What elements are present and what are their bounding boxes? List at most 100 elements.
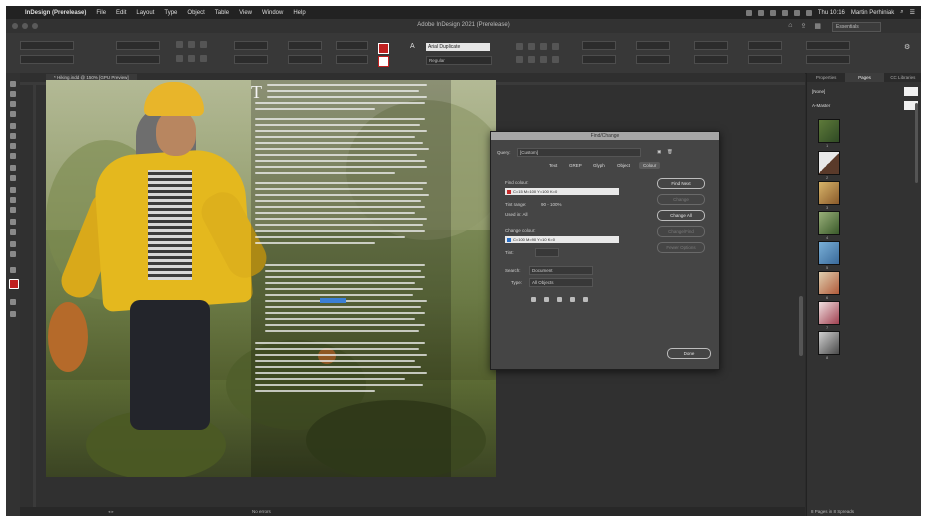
font-family-field[interactable]: Arial Duplicate [426,43,490,51]
shear-field[interactable] [234,55,268,64]
change-button[interactable]: Change [657,194,705,205]
scale-y-field[interactable] [288,55,322,64]
panel-scrollbar[interactable] [915,103,918,183]
page-thumb-4[interactable] [818,211,840,235]
free-transform-tool-icon[interactable] [10,197,16,203]
align-center-icon[interactable] [528,43,535,50]
apply-color-icon[interactable] [10,299,16,305]
menu-type[interactable]: Type [159,10,182,16]
align-icon[interactable] [516,56,523,63]
find-colour-field[interactable]: C=15 M=100 Y=100 K=0 [505,188,619,195]
rotate-field[interactable] [234,41,268,50]
tab-object[interactable]: Object [613,162,634,169]
include-locked-layers-icon[interactable] [531,297,536,302]
menu-table[interactable]: Table [210,10,234,16]
x-field[interactable] [20,41,74,50]
page-thumb-2[interactable] [818,151,840,175]
rectangle-frame-tool-icon[interactable] [10,165,16,171]
transform-icon[interactable] [176,55,183,62]
note-tool-icon[interactable] [10,219,16,225]
query-select[interactable]: [Custom] [517,148,641,157]
change-colour-field[interactable]: C=100 M=90 Y=10 K=0 [505,236,619,243]
wifi-icon[interactable] [793,9,800,16]
fill-stroke-icon[interactable] [9,279,19,289]
tab-pages[interactable]: Pages [845,73,884,82]
menu-help[interactable]: Help [288,10,310,16]
line-tool-icon[interactable] [10,133,16,139]
include-footnotes-icon[interactable] [583,297,588,302]
transform-icon[interactable] [188,55,195,62]
menu-list-icon[interactable]: ☰ [910,9,915,16]
menu-view[interactable]: View [234,10,257,16]
direct-selection-tool-icon[interactable] [10,91,16,97]
space-before-field[interactable] [636,41,670,50]
page-thumb-6[interactable] [818,271,840,295]
gradient-tool-icon[interactable] [10,207,16,213]
align-right-icon[interactable] [540,43,547,50]
transform-icon[interactable] [200,55,207,62]
transform-icon[interactable] [176,41,183,48]
include-master-pages-icon[interactable] [570,297,575,302]
align-icon[interactable] [528,56,535,63]
tab-properties[interactable]: Properties [807,73,845,82]
align-left-icon[interactable] [516,43,523,50]
arrange-icon[interactable]: ▦ [814,22,821,30]
page-thumb-1[interactable] [818,119,840,143]
tray-icon[interactable] [781,9,788,16]
hand-tool-icon[interactable] [10,241,16,247]
share-icon[interactable]: ⇪ [801,22,807,30]
column-field[interactable] [748,41,782,50]
tab-glyph[interactable]: Glyph [589,162,609,169]
delete-query-icon[interactable]: 🗑 [667,149,673,155]
stroke-weight-field[interactable] [336,41,368,50]
align-icon[interactable] [552,56,559,63]
home-icon[interactable]: ⌂ [788,22,792,30]
none-master-label[interactable]: [None] [812,89,825,94]
fill-swatch[interactable] [378,43,389,54]
tab-grep[interactable]: GREP [565,162,586,169]
rectangle-tool-icon[interactable] [10,175,16,181]
width-field[interactable] [116,41,160,50]
indent-field[interactable] [582,55,616,64]
tray-icon[interactable] [769,9,776,16]
search-icon[interactable]: ⌕ [900,9,903,16]
settings-icon[interactable]: ⚙ [904,43,910,51]
default-colors-icon[interactable] [10,267,16,273]
done-button[interactable]: Done [667,348,711,359]
include-hidden-layers-icon[interactable] [557,297,562,302]
align-icon[interactable] [540,56,547,63]
indent-field[interactable] [582,41,616,50]
font-style-field[interactable]: Regular [426,56,492,65]
type-select[interactable]: All Objects [529,278,593,287]
space-after-field[interactable] [636,55,670,64]
drop-cap-field[interactable] [694,55,728,64]
a-master-label[interactable]: A-Master [812,103,830,108]
page-thumb-3[interactable] [818,181,840,205]
scissors-tool-icon[interactable] [10,187,16,193]
page-thumb-7[interactable] [818,301,840,325]
pencil-tool-icon[interactable] [10,153,16,159]
tint-field[interactable] [535,248,559,257]
baseline-field[interactable] [806,41,850,50]
tab-cc-libraries[interactable]: CC Libraries [884,73,921,82]
dialog-title[interactable]: Find/Change [491,132,719,140]
zoom-tool-icon[interactable] [10,251,16,257]
tray-icon[interactable] [757,9,764,16]
gap-tool-icon[interactable] [10,111,16,117]
none-master-thumb[interactable] [904,87,918,96]
change-all-button[interactable]: Change All [657,210,705,221]
stroke-swatch[interactable] [378,56,389,67]
battery-icon[interactable] [805,9,812,16]
change-find-button[interactable]: Change/Find [657,226,705,237]
baseline-field[interactable] [806,55,850,64]
menu-window[interactable]: Window [257,10,288,16]
user-name[interactable]: Martin Perhiniak [851,10,894,16]
drop-cap-field[interactable] [694,41,728,50]
type-tool-icon[interactable] [10,123,16,129]
page-thumb-5[interactable] [818,241,840,265]
include-locked-stories-icon[interactable] [544,297,549,302]
tab-text[interactable]: Text [545,162,561,169]
vertical-scrollbar[interactable] [799,296,803,356]
height-field[interactable] [116,55,160,64]
fewer-options-button[interactable]: Fewer Options [657,242,705,253]
